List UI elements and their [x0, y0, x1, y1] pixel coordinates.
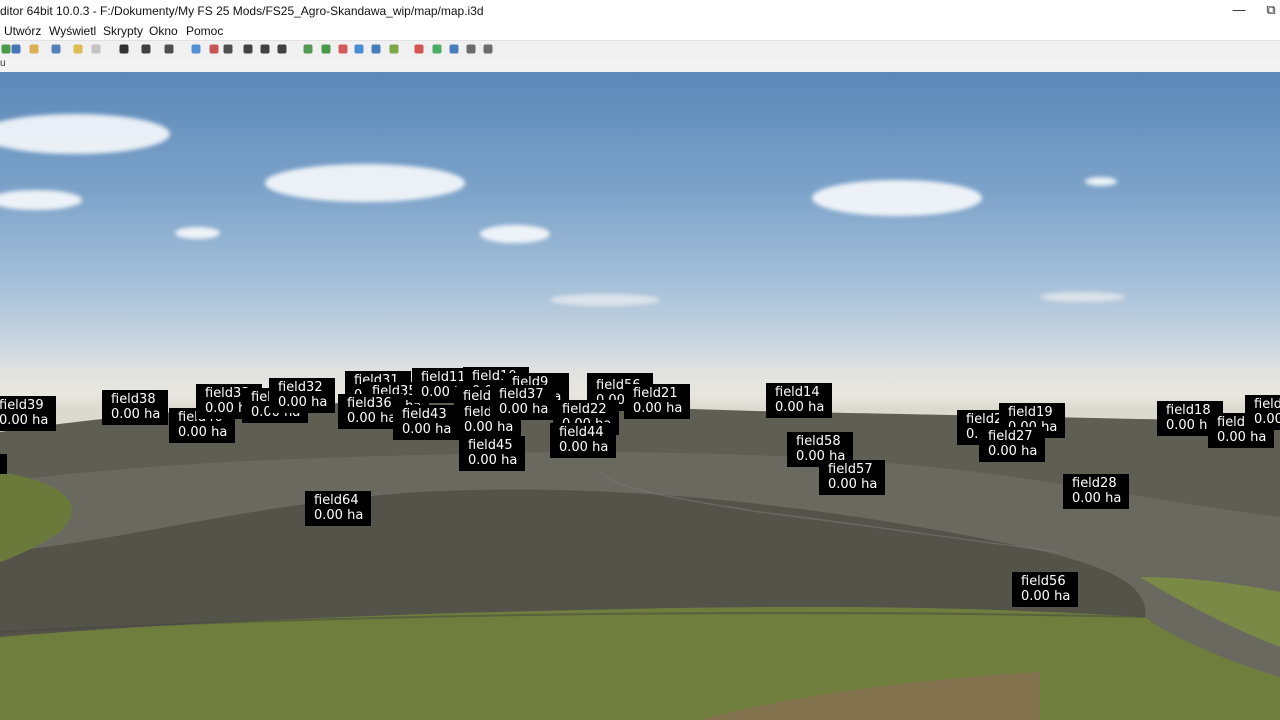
field-label: field64 0.00 ha — [305, 491, 372, 526]
settings-icon[interactable] — [465, 43, 477, 55]
dropdown-icon[interactable] — [222, 43, 234, 55]
field-area: 0.00 ha — [278, 395, 328, 410]
field-area: 0.00 ha — [775, 400, 825, 415]
scene-tab-bar: u — [0, 58, 1280, 73]
field-label: field14 0.00 ha — [766, 383, 833, 418]
field-label: field57 0.00 ha — [819, 460, 886, 495]
field-area: 0.00 ha — [1021, 589, 1071, 604]
field-area: 0.00 ha — [1217, 430, 1267, 445]
gear-icon[interactable] — [448, 43, 460, 55]
rotate-icon[interactable] — [259, 43, 271, 55]
refresh-icon[interactable] — [431, 43, 443, 55]
cube-icon[interactable] — [413, 43, 425, 55]
window-title: ditor 64bit 10.0.3 - F:/Dokumenty/My FS … — [0, 4, 484, 18]
zoom-icon[interactable] — [163, 43, 175, 55]
field-name: field39 — [0, 398, 44, 413]
undo-icon[interactable] — [72, 43, 84, 55]
field-area: 0.00 ha — [314, 508, 364, 523]
vehicle-icon[interactable] — [370, 43, 382, 55]
field-label: field21 0.00 ha — [624, 384, 691, 419]
3d-viewport[interactable]: field390.00 hafield380.00 hafield460.00 … — [0, 72, 1280, 720]
menu-create[interactable]: Utwórz — [4, 24, 41, 38]
field-area: 0.00 ha — [633, 401, 683, 416]
eye-icon[interactable] — [140, 43, 152, 55]
field-area: 0.00 ha — [988, 444, 1038, 459]
field-area: 0.00 ha — [1072, 491, 1122, 506]
water-icon[interactable] — [353, 43, 365, 55]
minimize-button[interactable]: — — [1224, 0, 1254, 22]
field-name: field37 — [499, 387, 544, 402]
menu-bar: Utwórz Wyświetl Skrypty Okno Pomoc — [0, 22, 1280, 40]
redo-icon[interactable] — [90, 43, 102, 55]
field-area: 0.00 — [1254, 412, 1280, 427]
field-label: field32 0.00 ha — [269, 378, 336, 413]
reload-icon[interactable] — [50, 43, 62, 55]
camera-icon[interactable] — [482, 43, 494, 55]
field-label: field28 0.00 ha — [1063, 474, 1130, 509]
field-area: 0.00 ha — [347, 411, 397, 426]
field-area: 0.00 ha — [468, 453, 518, 468]
field-label: a — [0, 454, 7, 474]
field-area: 0.00 ha — [178, 425, 228, 440]
save-icon[interactable] — [10, 43, 22, 55]
title-bar: ditor 64bit 10.0.3 - F:/Dokumenty/My FS … — [0, 0, 1280, 22]
field-label: field44 0.00 ha — [550, 423, 617, 458]
field-area: 0.00 ha — [559, 440, 609, 455]
field-name: field43 — [402, 407, 447, 422]
field-area: 0.00 ha — [464, 420, 514, 435]
move-icon[interactable] — [242, 43, 254, 55]
terrain-icon[interactable] — [302, 43, 314, 55]
field-name: field22 — [562, 402, 607, 417]
field-area: 0.00 ha — [0, 413, 49, 428]
field-label: field56 0.00 ha — [1012, 572, 1079, 607]
field-label: field39 0.00 ha — [0, 396, 57, 431]
field-name: field44 — [559, 425, 604, 440]
menu-scripts[interactable]: Skrypty — [103, 24, 143, 38]
field-label: field38 0.00 ha — [102, 390, 169, 425]
field-area: 0.00 ha — [828, 477, 878, 492]
field-label: field43 0.00 ha — [393, 405, 460, 440]
field-label: field27 0.00 ha — [979, 427, 1046, 462]
menu-window[interactable]: Okno — [149, 24, 178, 38]
paint-icon[interactable] — [320, 43, 332, 55]
field-area: 0.00 ha — [402, 422, 452, 437]
field-label: field45 0.00 ha — [459, 436, 526, 471]
field-name: field — [1254, 397, 1280, 412]
scale-icon[interactable] — [276, 43, 288, 55]
field-name: field36 — [347, 396, 392, 411]
tree-icon[interactable] — [388, 43, 400, 55]
menu-help[interactable]: Pomoc — [186, 24, 223, 38]
field-name: field56 — [1021, 574, 1066, 589]
field-name: field28 — [1072, 476, 1117, 491]
field-label: field 0.00 — [1245, 395, 1280, 430]
field-area: 0.00 ha — [499, 402, 549, 417]
field-name: field19 — [1008, 405, 1053, 420]
field-name: field27 — [988, 429, 1033, 444]
select-icon[interactable] — [190, 43, 202, 55]
open-icon[interactable] — [28, 43, 40, 55]
field-label: field37 0.00 ha — [490, 385, 557, 420]
field-area: 0.00 ha — [111, 407, 161, 422]
foliage-icon[interactable] — [337, 43, 349, 55]
field-name: field21 — [633, 386, 678, 401]
toolbar — [0, 40, 1280, 59]
menu-view[interactable]: Wyświetl — [49, 24, 96, 38]
field-name: field38 — [111, 392, 156, 407]
restore-button[interactable]: ⧉ — [1262, 0, 1280, 22]
field-name: field57 — [828, 462, 873, 477]
field-name: field14 — [775, 385, 820, 400]
tool-icon[interactable] — [208, 43, 220, 55]
scene-tab-label[interactable]: u — [0, 58, 6, 69]
play-icon[interactable] — [118, 43, 130, 55]
field-name: field58 — [796, 434, 841, 449]
field-name: field45 — [468, 438, 513, 453]
field-name: field64 — [314, 493, 359, 508]
field-name: field32 — [278, 380, 323, 395]
